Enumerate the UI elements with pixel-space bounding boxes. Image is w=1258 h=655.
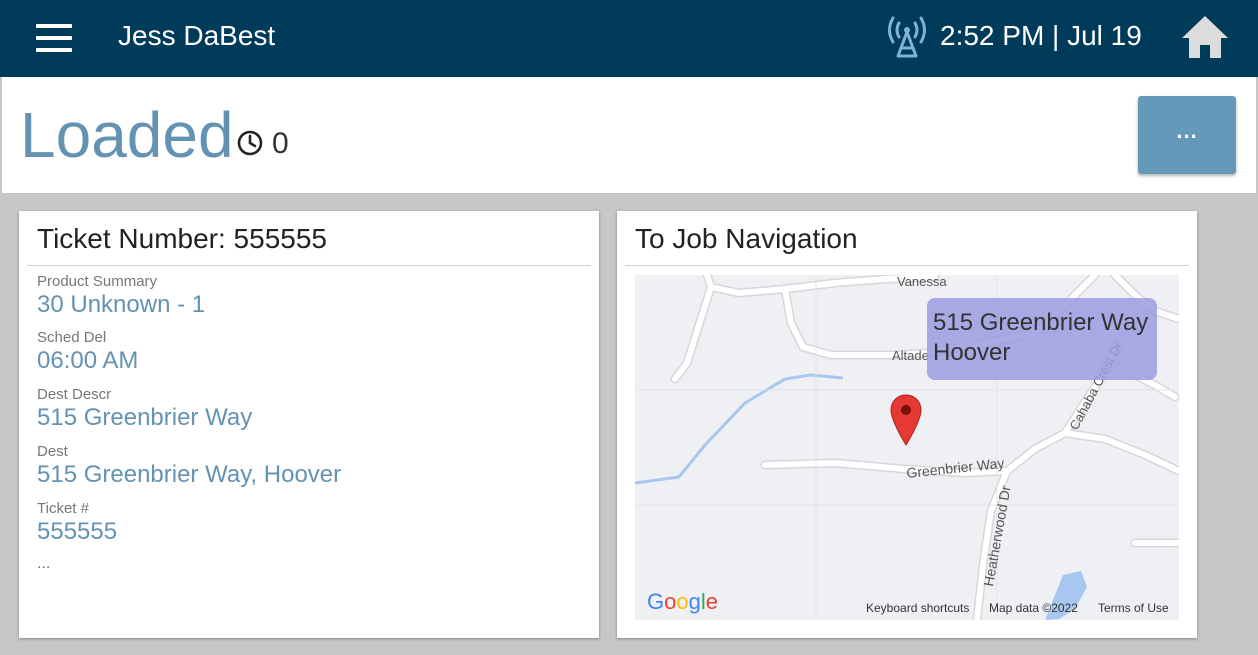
more-fields-ellipsis[interactable]: ...: [37, 555, 50, 573]
map-view[interactable]: Vanessa Altade Cahaba Crest Dr Greenbrie…: [635, 275, 1179, 620]
field-label: Dest: [37, 443, 68, 460]
ticket-card: Ticket Number: 555555 Product Summary 30…: [19, 211, 599, 638]
address-line-1: 515 Greenbrier Way: [933, 309, 1149, 336]
field-value: 515 Greenbrier Way: [37, 404, 253, 431]
field-label: Ticket #: [37, 500, 89, 517]
field-dest-descr: Dest Descr 515 Greenbrier Way: [37, 386, 252, 432]
time-date-display: 2:52 PM | Jul 19: [940, 20, 1142, 51]
navigation-card: To Job Navigation Vanessa Altade Cahaba …: [617, 211, 1197, 638]
signal-tower-icon: [888, 16, 926, 58]
timer-count: 0: [272, 127, 289, 160]
field-dest: Dest 515 Greenbrier Way, Hoover: [37, 443, 341, 489]
field-ticket-number: Ticket # 555555: [37, 500, 117, 546]
top-app-bar: Jess DaBest 2:52 PM | Jul 19: [0, 0, 1258, 77]
clock-icon: [237, 130, 263, 156]
street-label-altadena: Altade: [892, 348, 929, 363]
navigation-card-title: To Job Navigation: [635, 223, 858, 254]
field-label: Dest Descr: [37, 386, 112, 403]
divider: [625, 265, 1189, 266]
divider: [27, 265, 591, 266]
street-label-vanessa: Vanessa: [897, 275, 947, 289]
field-value: 30 Unknown - 1: [37, 291, 206, 318]
field-sched-del: Sched Del 06:00 AM: [37, 329, 138, 375]
keyboard-shortcuts-link[interactable]: Keyboard shortcuts: [866, 601, 969, 615]
status-section: Loaded 0 ...: [2, 77, 1256, 193]
address-line-2: Hoover: [933, 339, 1011, 366]
home-icon[interactable]: [1180, 14, 1230, 60]
terms-of-use-link[interactable]: Terms of Use: [1098, 601, 1169, 615]
field-value: 515 Greenbrier Way, Hoover: [37, 461, 342, 488]
field-value: 06:00 AM: [37, 347, 139, 374]
hamburger-menu-icon[interactable]: [36, 24, 74, 52]
address-popup: 515 Greenbrier Way Hoover: [927, 298, 1157, 380]
field-label: Sched Del: [37, 329, 107, 346]
street-label-greenbrier: Greenbrier Way: [906, 455, 1005, 481]
ticket-card-title: Ticket Number: 555555: [37, 223, 327, 254]
field-product-summary: Product Summary 30 Unknown - 1: [37, 273, 205, 319]
more-options-button[interactable]: ...: [1138, 96, 1236, 174]
map-pin-icon[interactable]: [889, 393, 923, 447]
status-title: Loaded: [20, 99, 234, 171]
user-name: Jess DaBest: [118, 20, 276, 51]
map-data-attribution: Map data ©2022: [989, 601, 1078, 615]
google-logo: Google: [647, 589, 719, 614]
field-label: Product Summary: [37, 273, 158, 290]
field-value: 555555: [37, 518, 118, 545]
